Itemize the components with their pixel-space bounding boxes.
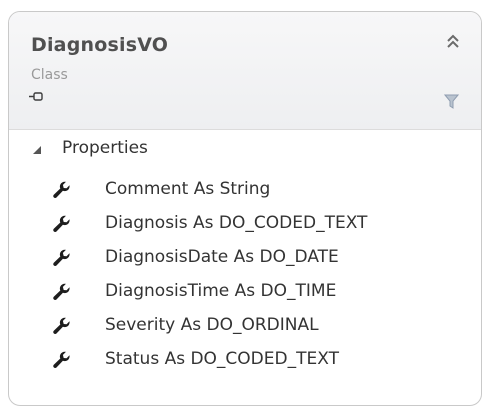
- connector-icon: [29, 92, 43, 101]
- wrench-icon: [53, 249, 70, 266]
- wrench-icon: [53, 215, 70, 232]
- property-item[interactable]: Status As DO_CODED_TEXT: [9, 344, 481, 378]
- property-item[interactable]: Comment As String: [9, 174, 481, 208]
- properties-list: Comment As String Diagnosis As DO_CODED_…: [9, 174, 481, 378]
- properties-section-label: Properties: [62, 138, 148, 158]
- class-header[interactable]: DiagnosisVO Class: [9, 12, 481, 130]
- property-item[interactable]: Diagnosis As DO_CODED_TEXT: [9, 208, 481, 242]
- property-label: Comment As String: [105, 179, 271, 199]
- property-label: Status As DO_CODED_TEXT: [105, 349, 339, 369]
- property-item[interactable]: DiagnosisDate As DO_DATE: [9, 242, 481, 276]
- property-item[interactable]: Severity As DO_ORDINAL: [9, 310, 481, 344]
- property-item[interactable]: DiagnosisTime As DO_TIME: [9, 276, 481, 310]
- property-label: Diagnosis As DO_CODED_TEXT: [105, 213, 368, 233]
- property-label: DiagnosisTime As DO_TIME: [105, 281, 337, 301]
- wrench-icon: [53, 283, 70, 300]
- properties-section-header[interactable]: Properties: [9, 130, 481, 168]
- filter-icon[interactable]: [444, 94, 459, 109]
- wrench-icon: [53, 317, 70, 334]
- class-shape[interactable]: DiagnosisVO Class Properties Comment As …: [8, 11, 482, 406]
- class-name[interactable]: DiagnosisVO: [31, 34, 168, 56]
- class-stereotype: Class: [31, 67, 68, 83]
- property-label: DiagnosisDate As DO_DATE: [105, 247, 339, 267]
- expanded-triangle-icon[interactable]: [33, 146, 41, 154]
- double-chevron-up-icon[interactable]: [445, 32, 461, 54]
- property-label: Severity As DO_ORDINAL: [105, 315, 319, 335]
- wrench-icon: [53, 351, 70, 368]
- wrench-icon: [53, 181, 70, 198]
